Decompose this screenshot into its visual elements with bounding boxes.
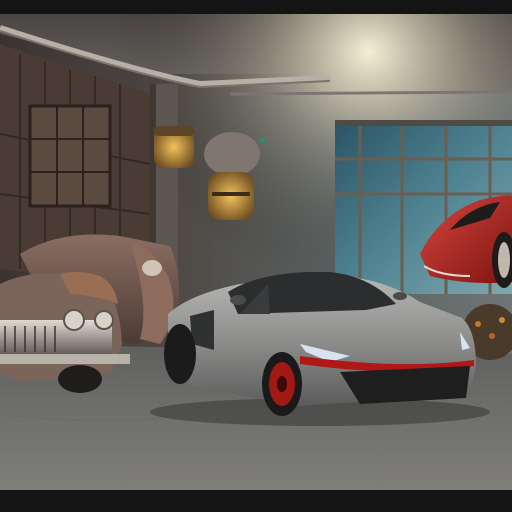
image-frame	[0, 0, 512, 512]
top-border-strip	[0, 0, 512, 14]
garage-scene-illustration	[0, 14, 512, 490]
left-window	[28, 104, 112, 208]
garage-lamp-left	[154, 126, 194, 168]
bottom-border-strip	[0, 490, 512, 512]
front-intake	[340, 366, 470, 404]
ceiling-pipe-right	[229, 90, 512, 96]
